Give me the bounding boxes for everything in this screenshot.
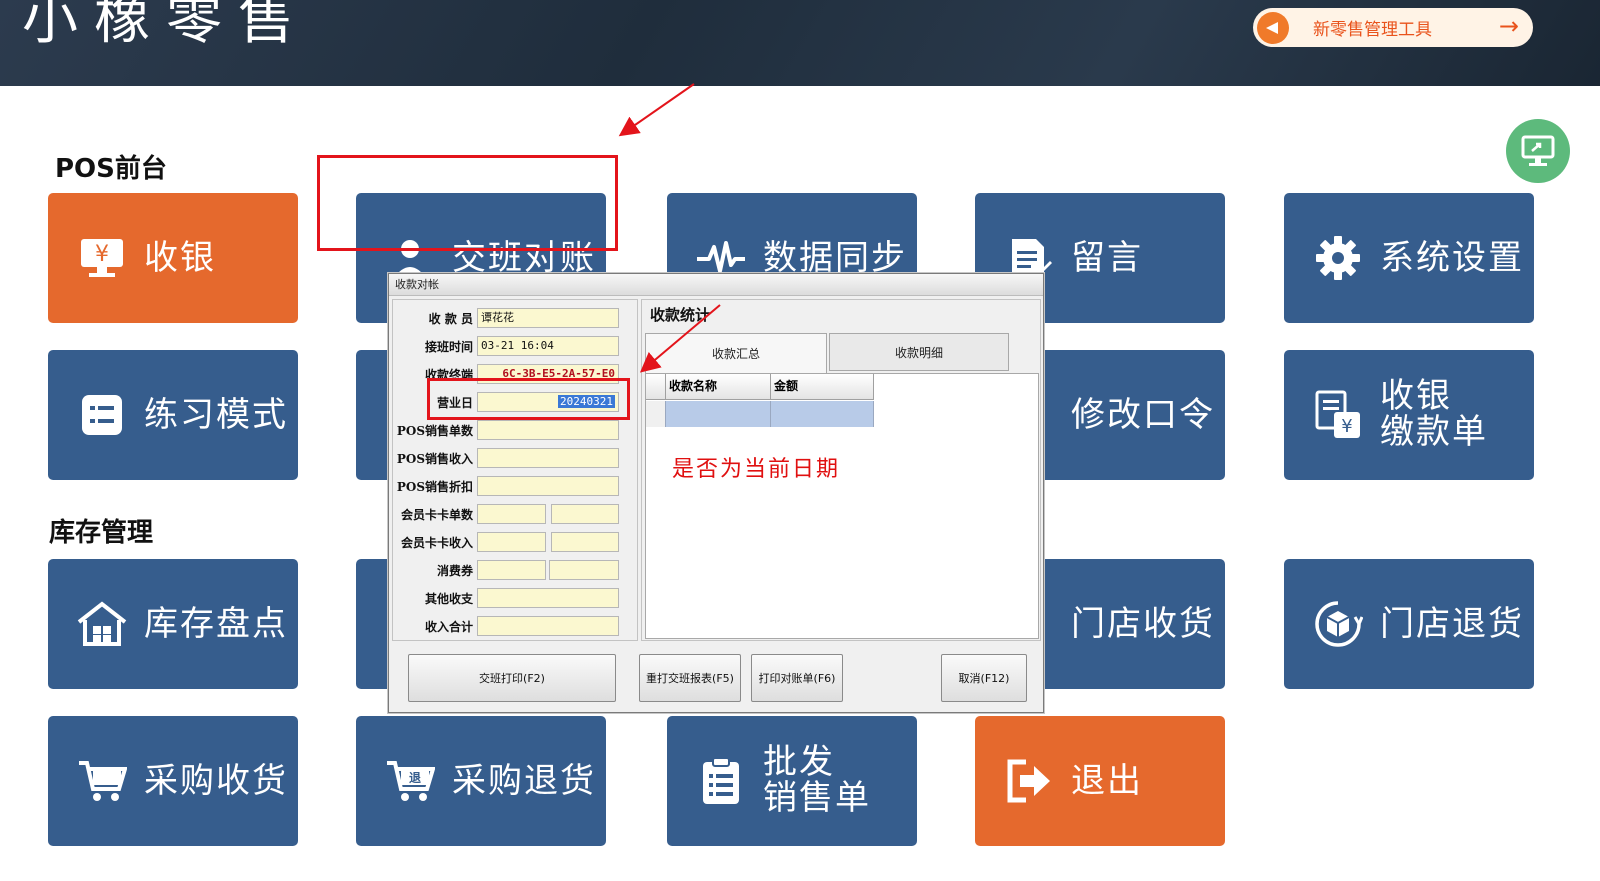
annotation-arrows [618, 83, 721, 373]
arrow-to-business-day [639, 304, 721, 373]
arrow-to-shift-box [618, 83, 695, 137]
